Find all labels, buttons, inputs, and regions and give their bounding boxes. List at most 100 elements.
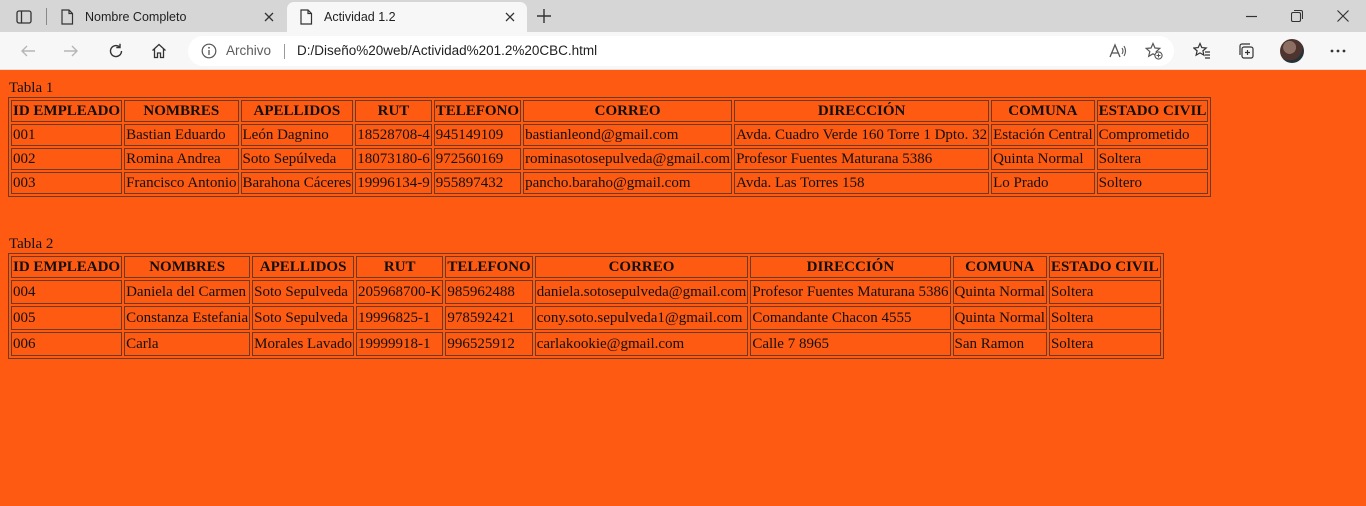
table-cell: 972560169 bbox=[433, 148, 522, 170]
table-cell: Quinta Normal bbox=[991, 148, 1095, 170]
info-icon[interactable] bbox=[201, 43, 217, 59]
collections-button[interactable] bbox=[1231, 36, 1261, 66]
minimize-button[interactable] bbox=[1228, 0, 1274, 32]
table-cell: Profesor Fuentes Maturana 5386 bbox=[734, 148, 990, 170]
table-cell: Soto Sepúlveda bbox=[240, 148, 354, 170]
employee-table-1: ID EMPLEADO NOMBRES APELLIDOS RUT TELEFO… bbox=[8, 97, 1212, 197]
table-cell: 19996134-9 bbox=[355, 172, 432, 194]
column-header: TELEFONO bbox=[445, 256, 533, 278]
home-icon bbox=[152, 43, 166, 59]
favorites-button[interactable] bbox=[1187, 36, 1217, 66]
url-text[interactable]: D:/Diseño%20web/Actividad%201.2%20CBC.ht… bbox=[297, 36, 597, 66]
table-cell: Soltera bbox=[1048, 332, 1161, 356]
favorites-icon bbox=[1193, 42, 1210, 59]
table-cell: Francisco Antonio bbox=[124, 172, 239, 194]
star-plus-icon bbox=[1145, 42, 1163, 60]
add-favorite-button[interactable] bbox=[1142, 40, 1166, 62]
page-content: Tabla 1 ID EMPLEADO NOMBRES APELLIDOS RU… bbox=[0, 71, 1366, 506]
table-cell: 205968700-K bbox=[356, 280, 444, 304]
document-icon bbox=[299, 9, 313, 25]
table-cell: Bastian Eduardo bbox=[124, 124, 239, 146]
table-cell: Estación Central bbox=[991, 124, 1095, 146]
table-cell: Barahona Cáceres bbox=[240, 172, 354, 194]
column-header: RUT bbox=[356, 256, 444, 278]
plus-icon bbox=[537, 9, 551, 23]
table-cell: 985962488 bbox=[445, 280, 533, 304]
table-cell: 18528708-4 bbox=[355, 124, 432, 146]
table-cell: Carla bbox=[124, 332, 251, 356]
table-row: 002 Romina Andrea Soto Sepúlveda 1807318… bbox=[11, 148, 1209, 170]
table-row: 005 Constanza Estefania Soto Sepulveda 1… bbox=[11, 306, 1161, 330]
table-1-caption: Tabla 1 bbox=[9, 80, 54, 96]
table-cell: Soltero bbox=[1096, 172, 1209, 194]
table-cell: Quinta Normal bbox=[952, 306, 1047, 330]
table-2-caption: Tabla 2 bbox=[9, 236, 54, 252]
column-header: CORREO bbox=[534, 256, 749, 278]
url-separator bbox=[284, 44, 285, 59]
profile-avatar[interactable] bbox=[1280, 39, 1304, 63]
address-bar[interactable]: Archivo D:/Diseño%20web/Actividad%201.2%… bbox=[188, 36, 1174, 66]
tab-actions-button[interactable] bbox=[10, 6, 38, 28]
header-row: ID EMPLEADO NOMBRES APELLIDOS RUT TELEFO… bbox=[11, 256, 1161, 278]
close-icon bbox=[505, 12, 515, 22]
table-cell: 006 bbox=[11, 332, 123, 356]
table-cell: Comandante Chacon 4555 bbox=[750, 306, 951, 330]
table-cell: 003 bbox=[11, 172, 123, 194]
table-cell: Comprometido bbox=[1096, 124, 1209, 146]
table-cell: Lo Prado bbox=[991, 172, 1095, 194]
table-cell: San Ramon bbox=[952, 332, 1047, 356]
column-header: DIRECCIÓN bbox=[750, 256, 951, 278]
read-aloud-icon bbox=[1109, 43, 1127, 58]
table-cell: Soltera bbox=[1048, 306, 1161, 330]
table-cell: 945149109 bbox=[433, 124, 522, 146]
toolbar: Archivo D:/Diseño%20web/Actividad%201.2%… bbox=[0, 32, 1366, 70]
table-cell: Constanza Estefania bbox=[124, 306, 251, 330]
document-icon bbox=[60, 9, 74, 25]
table-cell: 18073180-6 bbox=[355, 148, 432, 170]
table-cell: rominasotosepulveda@gmail.com bbox=[523, 148, 733, 170]
column-header: ESTADO CIVIL bbox=[1048, 256, 1161, 278]
back-button[interactable] bbox=[13, 36, 43, 66]
column-header: NOMBRES bbox=[124, 100, 239, 122]
employee-table-2: ID EMPLEADO NOMBRES APELLIDOS RUT TELEFO… bbox=[8, 253, 1164, 359]
table-cell: 001 bbox=[11, 124, 123, 146]
close-tab-button[interactable] bbox=[256, 7, 282, 27]
table-cell: Avda. Cuadro Verde 160 Torre 1 Dpto. 32 bbox=[734, 124, 990, 146]
table-cell: 978592421 bbox=[445, 306, 533, 330]
column-header: ESTADO CIVIL bbox=[1096, 100, 1209, 122]
table-cell: pancho.baraho@gmail.com bbox=[523, 172, 733, 194]
tab-actividad[interactable]: Actividad 1.2 bbox=[287, 2, 527, 32]
tab-nombre-completo[interactable]: Nombre Completo bbox=[48, 2, 286, 32]
settings-more-button[interactable] bbox=[1323, 36, 1353, 66]
table-cell: Soto Sepulveda bbox=[252, 280, 355, 304]
close-icon bbox=[264, 12, 274, 22]
table-cell: carlakookie@gmail.com bbox=[534, 332, 749, 356]
table-cell: Profesor Fuentes Maturana 5386 bbox=[750, 280, 951, 304]
column-header: TELEFONO bbox=[433, 100, 522, 122]
table-cell: Calle 7 8965 bbox=[750, 332, 951, 356]
read-aloud-button[interactable] bbox=[1106, 40, 1130, 62]
tab-strip: Nombre Completo Actividad 1.2 bbox=[0, 0, 1366, 32]
table-row: 006 Carla Morales Lavado 19999918-1 9965… bbox=[11, 332, 1161, 356]
home-button[interactable] bbox=[144, 36, 174, 66]
table-cell: 004 bbox=[11, 280, 123, 304]
table-cell: 19996825-1 bbox=[356, 306, 444, 330]
tab-title: Nombre Completo bbox=[85, 10, 187, 24]
table-cell: Daniela del Carmen bbox=[124, 280, 251, 304]
refresh-button[interactable] bbox=[101, 36, 131, 66]
table-cell: León Dagnino bbox=[240, 124, 354, 146]
close-tab-button[interactable] bbox=[497, 7, 523, 27]
table-row: 001 Bastian Eduardo León Dagnino 1852870… bbox=[11, 124, 1209, 146]
table-cell: 002 bbox=[11, 148, 123, 170]
column-header: COMUNA bbox=[952, 256, 1047, 278]
table-row: 004 Daniela del Carmen Soto Sepulveda 20… bbox=[11, 280, 1161, 304]
column-header: CORREO bbox=[523, 100, 733, 122]
column-header: APELLIDOS bbox=[240, 100, 354, 122]
new-tab-button[interactable] bbox=[531, 5, 557, 27]
arrow-right-icon bbox=[64, 45, 78, 57]
restore-button[interactable] bbox=[1274, 0, 1320, 32]
table-cell: Soltera bbox=[1096, 148, 1209, 170]
forward-button[interactable] bbox=[56, 36, 86, 66]
close-window-button[interactable] bbox=[1320, 0, 1366, 32]
table-cell: Avda. Las Torres 158 bbox=[734, 172, 990, 194]
